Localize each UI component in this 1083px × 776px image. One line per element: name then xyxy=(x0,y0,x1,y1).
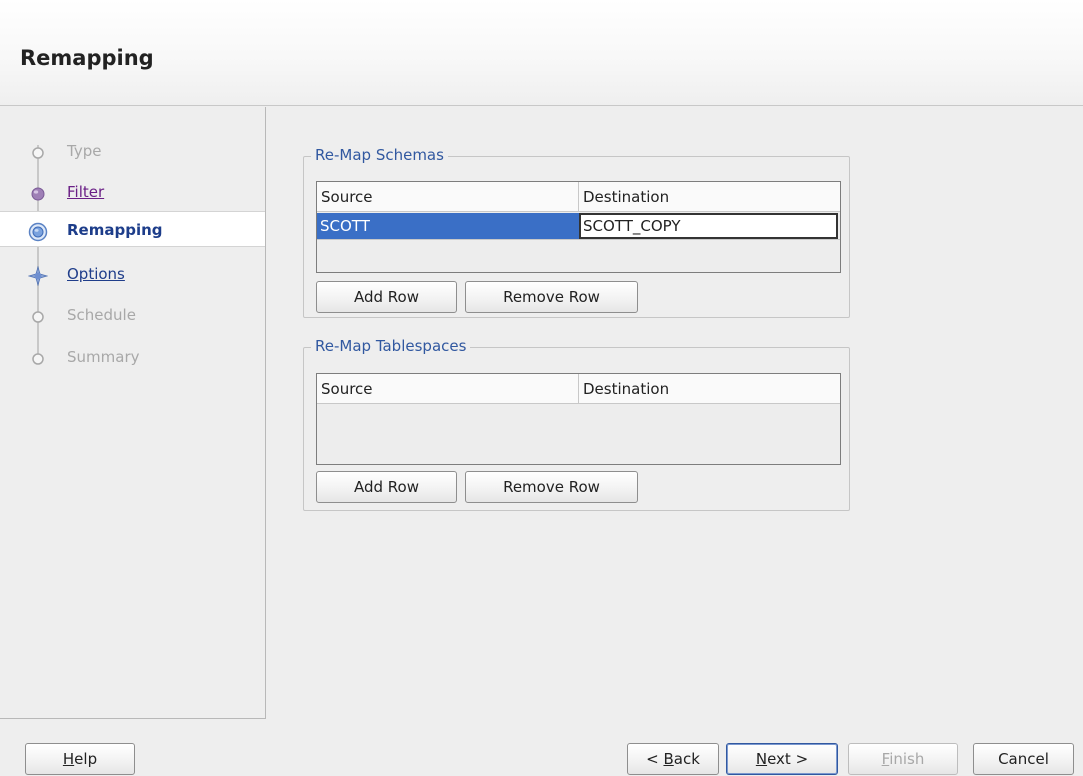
mnemonic-letter: N xyxy=(755,750,768,768)
back-button[interactable]: < Back xyxy=(627,743,719,775)
button-label-rest: elp xyxy=(74,750,98,768)
remap-tablespaces-group: Re-Map Tablespaces Source Destination Ad… xyxy=(303,337,850,511)
column-header-source[interactable]: Source xyxy=(317,182,579,212)
remove-row-button[interactable]: Remove Row xyxy=(465,471,638,503)
wizard-step-nav: Type Filter Remapping Options Schedule S… xyxy=(0,107,266,719)
cancel-button[interactable]: Cancel xyxy=(973,743,1074,775)
table-header: Source Destination xyxy=(317,374,840,404)
filled-circle-icon xyxy=(31,187,45,201)
button-label-prefix: < xyxy=(646,750,664,768)
table-header: Source Destination xyxy=(317,182,840,212)
page-title: Remapping xyxy=(20,46,154,70)
nav-step-remapping: Remapping xyxy=(0,211,265,247)
next-button[interactable]: Next > xyxy=(726,743,838,775)
add-row-button[interactable]: Add Row xyxy=(316,281,457,313)
table-row[interactable]: SCOTT SCOTT_COPY xyxy=(317,213,840,240)
help-button[interactable]: Help xyxy=(25,743,135,775)
nav-step-type: Type xyxy=(0,133,265,169)
button-label-rest: inish xyxy=(889,750,925,768)
remap-schemas-group: Re-Map Schemas Source Destination SCOTT … xyxy=(303,146,850,318)
star-circle-icon xyxy=(28,266,48,286)
nav-step-label[interactable]: Options xyxy=(67,265,125,283)
remove-row-button[interactable]: Remove Row xyxy=(465,281,638,313)
add-row-button[interactable]: Add Row xyxy=(316,471,457,503)
column-header-destination[interactable]: Destination xyxy=(579,182,840,212)
nav-step-summary: Summary xyxy=(0,339,265,375)
nav-step-filter[interactable]: Filter xyxy=(0,174,265,210)
nav-step-options[interactable]: Options xyxy=(0,256,265,292)
nav-step-label: Type xyxy=(67,142,102,160)
mnemonic-letter: B xyxy=(663,750,674,768)
button-label-rest: ext > xyxy=(767,750,809,768)
group-title: Re-Map Schemas xyxy=(311,146,448,164)
finish-button[interactable]: Finish xyxy=(848,743,958,775)
button-label-rest: ack xyxy=(673,750,700,768)
nav-step-schedule: Schedule xyxy=(0,297,265,333)
source-cell[interactable]: SCOTT xyxy=(317,213,579,239)
column-header-destination[interactable]: Destination xyxy=(579,374,840,404)
mnemonic-letter: H xyxy=(62,750,75,768)
group-title: Re-Map Tablespaces xyxy=(311,337,471,355)
hollow-circle-icon xyxy=(32,311,44,323)
hollow-circle-icon xyxy=(32,353,44,365)
hollow-circle-icon xyxy=(32,147,44,159)
nav-step-label: Summary xyxy=(67,348,140,366)
remap-schemas-table[interactable]: Source Destination SCOTT SCOTT_COPY xyxy=(316,181,841,273)
remap-tablespaces-table[interactable]: Source Destination xyxy=(316,373,841,465)
wizard-header: Remapping xyxy=(0,0,1083,106)
column-header-source[interactable]: Source xyxy=(317,374,579,404)
nav-step-label: Remapping xyxy=(67,221,163,239)
destination-cell-editor[interactable]: SCOTT_COPY xyxy=(579,213,838,239)
target-circle-icon xyxy=(28,222,48,242)
nav-step-label: Schedule xyxy=(67,306,136,324)
nav-step-label[interactable]: Filter xyxy=(67,183,104,201)
